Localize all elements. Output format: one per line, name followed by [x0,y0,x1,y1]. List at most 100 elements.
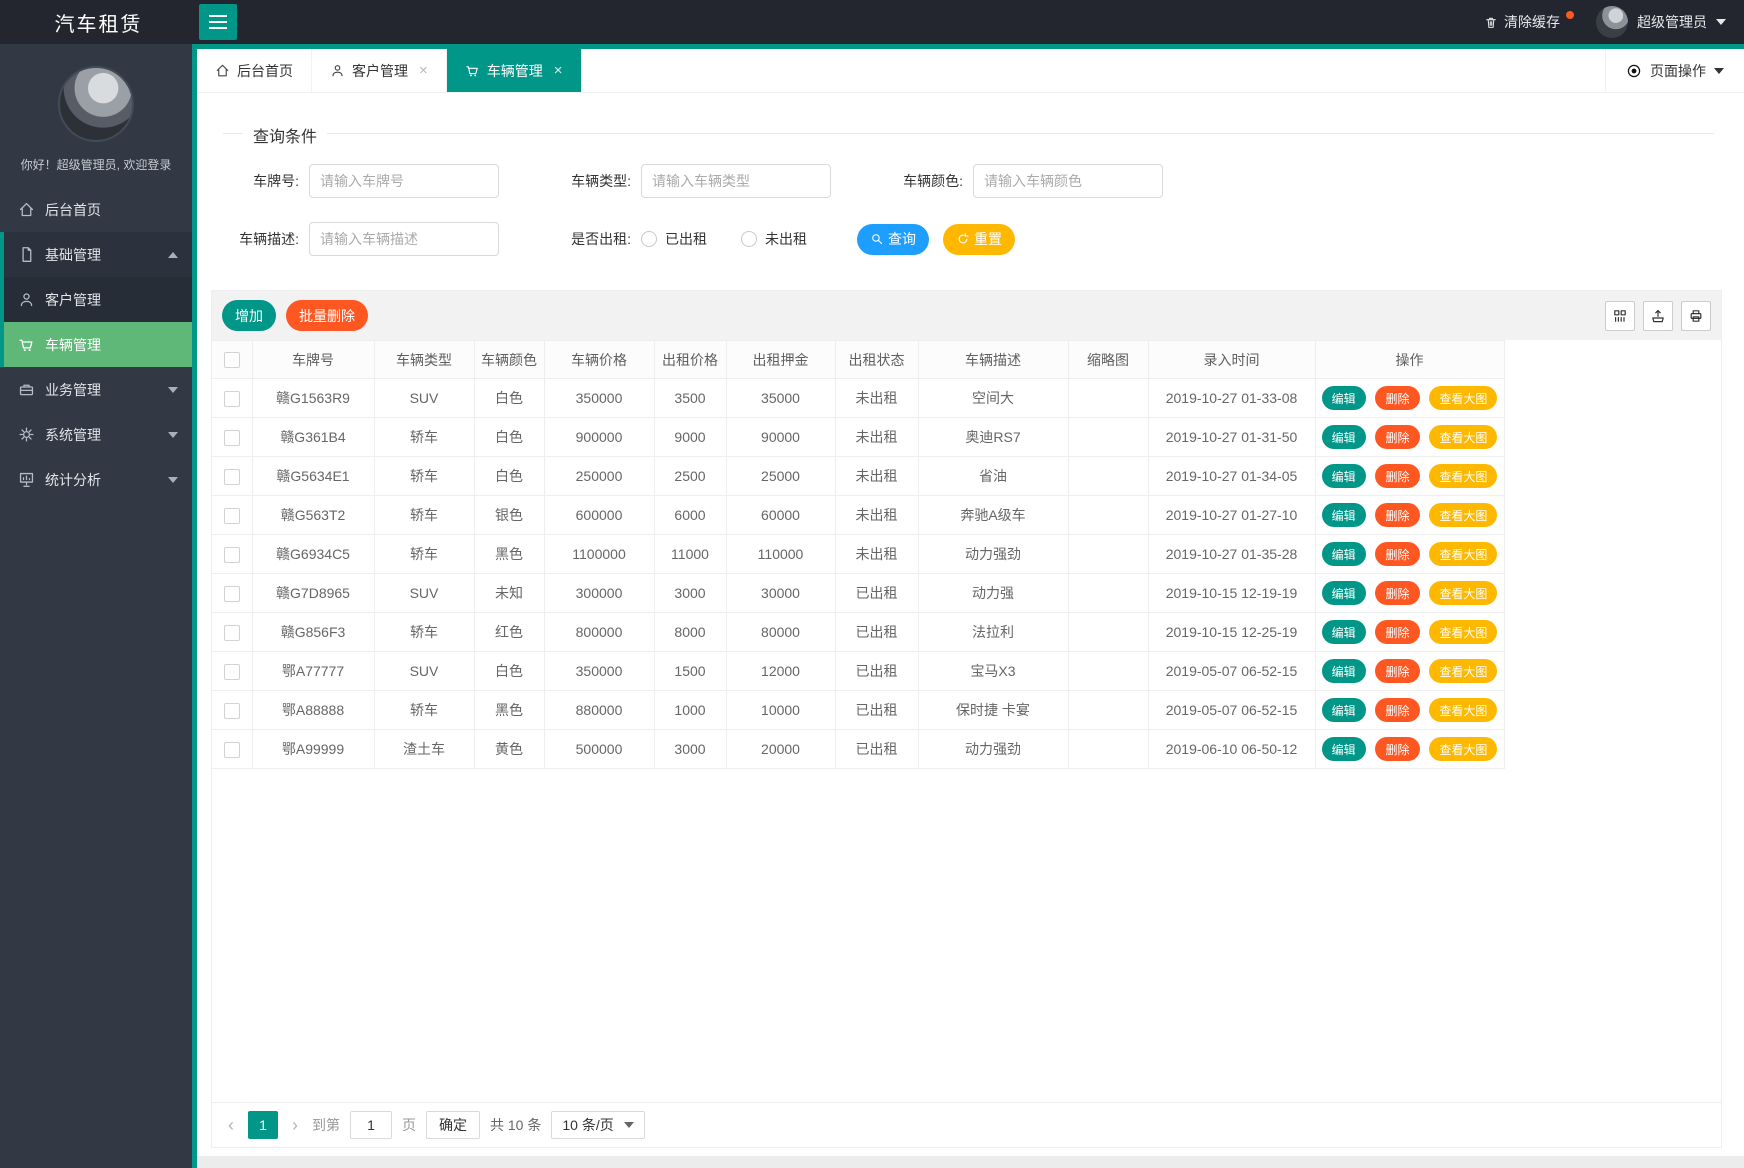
view-large-image-button[interactable]: 查看大图 [1429,425,1497,449]
delete-button[interactable]: 删除 [1375,620,1419,644]
close-icon[interactable]: × [419,62,428,79]
prev-page-button[interactable]: ‹ [224,1115,238,1136]
current-page-button[interactable]: 1 [248,1111,278,1139]
reset-button[interactable]: 重置 [943,224,1015,255]
goto-page-input[interactable] [350,1111,392,1139]
columns-filter-button[interactable] [1605,301,1635,331]
vehicle-type-input[interactable] [641,164,831,198]
cell-status: 未出租 [835,535,918,574]
cell-type: 轿车 [374,496,474,535]
delete-button[interactable]: 删除 [1375,659,1419,683]
sidebar-item-customer-management[interactable]: 客户管理 [4,277,192,322]
vehicle-table-body: 赣G1563R9 SUV 白色 350000 3500 35000 未出租 空间… [212,379,1504,769]
cell-rent-price: 2500 [654,457,726,496]
batch-delete-button[interactable]: 批量删除 [286,300,368,331]
edit-button[interactable]: 编辑 [1322,620,1366,644]
edit-button[interactable]: 编辑 [1322,464,1366,488]
view-large-image-button[interactable]: 查看大图 [1429,737,1497,761]
edit-button[interactable]: 编辑 [1322,542,1366,566]
vehicle-desc-input[interactable] [309,222,499,256]
cell-rent-price: 3500 [654,379,726,418]
radio-available[interactable]: 未出租 [741,229,807,249]
delete-button[interactable]: 删除 [1375,386,1419,410]
delete-button[interactable]: 删除 [1375,542,1419,566]
sidebar-item-basic-management[interactable]: 基础管理 [4,232,192,277]
cell-desc: 空间大 [918,379,1068,418]
sidebar-item-statistics[interactable]: 统计分析 [0,457,192,502]
cell-price: 350000 [544,652,654,691]
print-icon [1688,308,1704,324]
cell-price: 350000 [544,379,654,418]
row-checkbox[interactable] [224,703,240,719]
clear-cache-button[interactable]: 清除缓存 [1484,12,1574,32]
delete-button[interactable]: 删除 [1375,425,1419,449]
edit-button[interactable]: 编辑 [1322,581,1366,605]
edit-button[interactable]: 编辑 [1322,659,1366,683]
row-checkbox[interactable] [224,586,240,602]
search-button[interactable]: 查询 [857,224,929,255]
radio-rented[interactable]: 已出租 [641,229,707,249]
goto-confirm-button[interactable]: 确定 [426,1111,480,1139]
delete-button[interactable]: 删除 [1375,581,1419,605]
sidebar-toggle-button[interactable] [199,4,237,40]
row-checkbox[interactable] [224,508,240,524]
view-large-image-button[interactable]: 查看大图 [1429,503,1497,527]
search-button-label: 查询 [888,229,916,249]
view-large-image-button[interactable]: 查看大图 [1429,620,1497,644]
col-price: 车辆价格 [544,341,654,379]
cell-time: 2019-10-27 01-33-08 [1148,379,1315,418]
delete-button[interactable]: 删除 [1375,737,1419,761]
row-checkbox[interactable] [224,547,240,563]
cell-price: 500000 [544,730,654,769]
export-button[interactable] [1643,301,1673,331]
edit-button[interactable]: 编辑 [1322,503,1366,527]
select-all-checkbox[interactable] [224,352,240,368]
delete-button[interactable]: 删除 [1375,698,1419,722]
page-actions-menu[interactable]: 页面操作 [1605,49,1744,92]
plate-input[interactable] [309,164,499,198]
cell-status: 未出租 [835,418,918,457]
sidebar-item-vehicle-management[interactable]: 车辆管理 [4,322,192,367]
edit-button[interactable]: 编辑 [1322,698,1366,722]
view-large-image-button[interactable]: 查看大图 [1429,386,1497,410]
tab-vehicle-management[interactable]: 车辆管理 × [447,49,582,92]
sidebar-item-system-management[interactable]: 系统管理 [0,412,192,457]
next-page-button[interactable]: › [288,1115,302,1136]
tab-customer-management[interactable]: 客户管理 × [312,49,447,92]
cell-rent-price: 1000 [654,691,726,730]
view-large-image-button[interactable]: 查看大图 [1429,581,1497,605]
pagination-bar: ‹ 1 › 到第 页 确定 共 10 条 10 条/页 [212,1102,1721,1147]
cell-type: 轿车 [374,691,474,730]
gear-icon [18,426,35,443]
sidebar-item-home[interactable]: 后台首页 [0,187,192,232]
edit-button[interactable]: 编辑 [1322,737,1366,761]
view-large-image-button[interactable]: 查看大图 [1429,659,1497,683]
cell-desc: 保时捷 卡宴 [918,691,1068,730]
view-large-image-button[interactable]: 查看大图 [1429,698,1497,722]
row-checkbox[interactable] [224,742,240,758]
delete-button[interactable]: 删除 [1375,503,1419,527]
view-large-image-button[interactable]: 查看大图 [1429,542,1497,566]
row-checkbox[interactable] [224,625,240,641]
row-checkbox[interactable] [224,664,240,680]
cell-type: 轿车 [374,418,474,457]
close-icon[interactable]: × [554,62,563,79]
view-large-image-button[interactable]: 查看大图 [1429,464,1497,488]
page-size-select[interactable]: 10 条/页 [551,1111,644,1139]
vehicle-color-input[interactable] [973,164,1163,198]
table-row: 鄂A77777 SUV 白色 350000 1500 12000 已出租 宝马X… [212,652,1504,691]
edit-button[interactable]: 编辑 [1322,386,1366,410]
row-checkbox[interactable] [224,430,240,446]
row-checkbox[interactable] [224,469,240,485]
cell-time: 2019-10-27 01-34-05 [1148,457,1315,496]
row-checkbox[interactable] [224,391,240,407]
delete-button[interactable]: 删除 [1375,464,1419,488]
user-menu[interactable]: 超级管理员 [1596,6,1726,38]
sidebar-item-business-management[interactable]: 业务管理 [0,367,192,412]
add-button[interactable]: 增加 [222,300,276,331]
footer-strip [197,1156,1744,1168]
cell-plate: 赣G563T2 [252,496,374,535]
print-button[interactable] [1681,301,1711,331]
tab-home[interactable]: 后台首页 [197,49,312,92]
edit-button[interactable]: 编辑 [1322,425,1366,449]
